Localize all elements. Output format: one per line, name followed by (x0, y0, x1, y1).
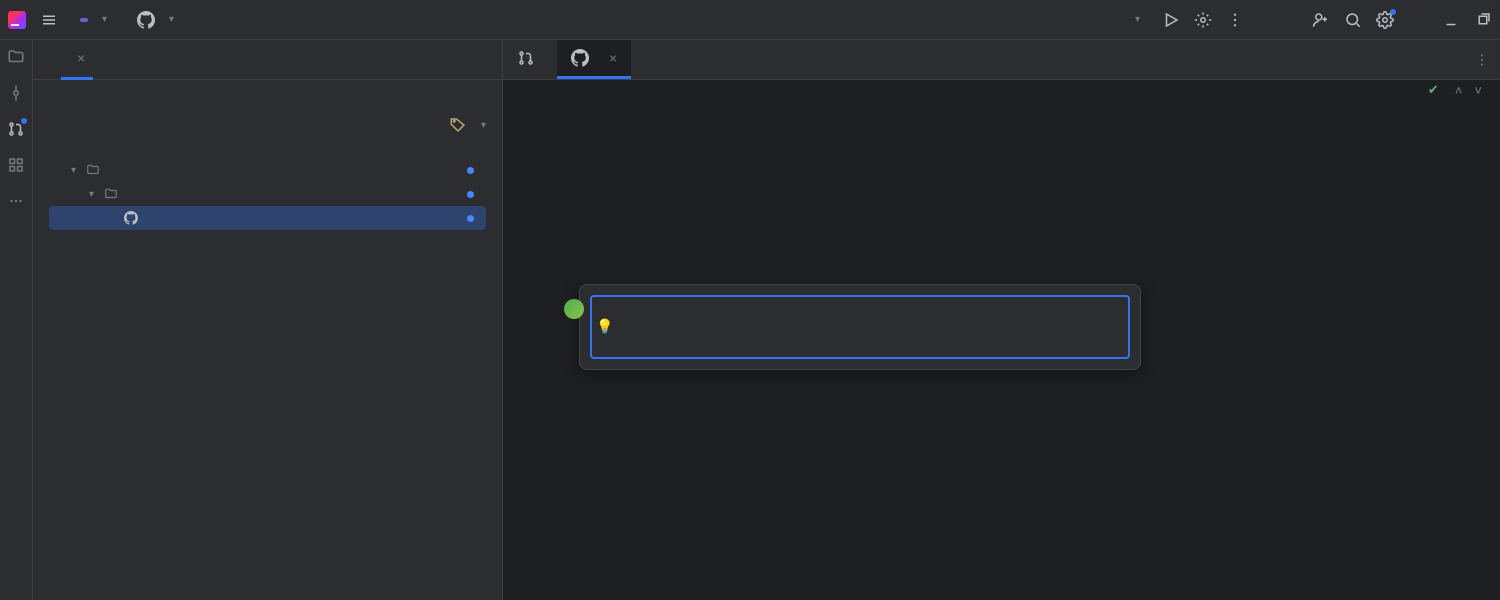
tab-pr[interactable] (503, 40, 557, 79)
chevron-down-icon: ▾ (481, 120, 486, 131)
change-dot-icon (467, 215, 474, 222)
close-icon[interactable]: × (77, 50, 85, 66)
editor-area: × ✔ ˄ ˅ 💡 (503, 40, 1500, 600)
project-tool-icon[interactable] (7, 48, 25, 66)
close-icon[interactable]: × (609, 50, 617, 66)
more-tool-icon[interactable] (7, 192, 25, 210)
folder-icon (85, 163, 101, 177)
github-icon (137, 11, 155, 29)
titlebar: ▾ ▾ ▾ (0, 0, 1500, 40)
tabs-menu-icon[interactable] (1464, 40, 1500, 79)
add-user-icon[interactable] (1312, 11, 1330, 29)
structure-tool-icon[interactable] (7, 156, 25, 174)
main-menu-icon[interactable] (40, 11, 58, 29)
review-comment-popup: 💡 (579, 284, 1141, 370)
chevron-down-icon: ▾ (1135, 14, 1140, 25)
project-selector[interactable]: ▾ (72, 11, 115, 28)
github-icon (571, 49, 589, 67)
run-icon[interactable] (1162, 11, 1180, 29)
chevron-down-icon: ▾ (102, 14, 107, 25)
github-icon (123, 211, 139, 225)
tree-root[interactable]: ▾ (49, 158, 486, 182)
bulb-icon[interactable]: 💡 (596, 315, 613, 337)
chevron-down-icon: ▾ (71, 165, 81, 176)
pr-ref-selector[interactable]: ▾ (129, 8, 182, 32)
commit-tool-icon[interactable] (7, 84, 25, 102)
debug-icon[interactable] (1194, 11, 1212, 29)
changes-tree: ▾ ▾ (49, 158, 486, 230)
more-vertical-icon[interactable] (1226, 11, 1244, 29)
tree-folder[interactable]: ▾ (49, 182, 486, 206)
left-tool-rail (0, 40, 33, 600)
ide-logo-icon (8, 11, 26, 29)
branch-chip[interactable]: ▾ (449, 116, 486, 134)
pull-request-icon (517, 49, 535, 67)
tab-file[interactable]: × (557, 40, 631, 79)
crumb-tab[interactable]: × (61, 40, 93, 80)
project-badge (80, 18, 88, 22)
pr-sidebar: × ▾ (33, 40, 503, 600)
chevron-down-icon: ▾ (89, 189, 99, 200)
settings-icon[interactable] (1376, 11, 1394, 29)
tree-file[interactable] (49, 206, 486, 230)
pull-requests-tool-icon[interactable] (7, 120, 25, 138)
editor-tabs: × (503, 40, 1500, 80)
tag-icon (449, 116, 467, 134)
restore-icon[interactable] (1474, 11, 1492, 29)
search-icon[interactable] (1344, 11, 1362, 29)
run-config-selector[interactable]: ▾ (1119, 11, 1148, 28)
code-editor[interactable]: 💡 (503, 80, 1500, 600)
comment-input[interactable]: 💡 (590, 295, 1130, 359)
change-dot-icon (467, 191, 474, 198)
chevron-down-icon: ▾ (169, 14, 174, 25)
change-dot-icon (467, 167, 474, 174)
folder-icon (103, 187, 119, 201)
sidebar-crumb: × (33, 40, 502, 80)
avatar (564, 299, 584, 319)
minimize-icon[interactable] (1442, 11, 1460, 29)
